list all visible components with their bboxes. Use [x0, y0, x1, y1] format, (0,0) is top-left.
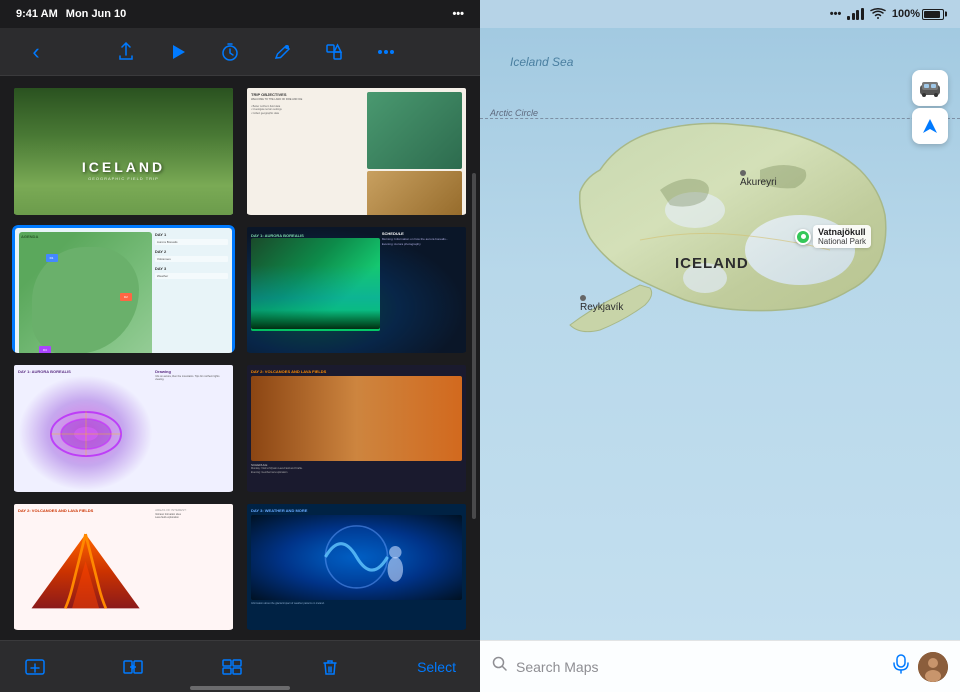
scrollbar[interactable]	[472, 173, 476, 519]
keynote-bottom-bar: Select	[0, 640, 480, 692]
vatnajokull-label: Vatnajökull	[818, 227, 866, 237]
draw-button[interactable]	[266, 36, 298, 68]
keynote-app: 9:41 AM Mon Jun 10 ••• ‹	[0, 0, 480, 692]
slides-container: ICELAND GEOGRAPHIC FIELD TRIP 1 TRIP OBJ…	[0, 76, 480, 640]
slide-item-3[interactable]: AGENDA D1 D2 D3 DAY 1 Aurora Borealis DA…	[12, 225, 235, 354]
maps-app: Arctic Circle Iceland Sea ICELAND Akurey…	[480, 0, 960, 692]
national-park-label: National Park	[818, 237, 866, 246]
user-avatar[interactable]	[918, 652, 948, 682]
slide-2-title: TRIP OBJECTIVES	[251, 92, 365, 97]
timer-button[interactable]	[214, 36, 246, 68]
microphone-button[interactable]	[892, 654, 910, 679]
maps-status-bar: ••• 100%	[480, 0, 960, 28]
arctic-circle-label: Arctic Circle	[490, 108, 538, 118]
select-button[interactable]: Select	[409, 655, 464, 679]
add-slide-button[interactable]	[16, 652, 54, 682]
share-button[interactable]	[110, 36, 142, 68]
more-button[interactable]	[370, 36, 402, 68]
navigate-button[interactable]	[912, 108, 948, 144]
drive-mode-button[interactable]	[912, 70, 948, 106]
vatnajokull-pin[interactable]: Vatnajökull National Park	[795, 225, 871, 248]
keynote-status-bar: 9:41 AM Mon Jun 10 •••	[0, 0, 480, 28]
reykjavik-label: Reykjavík	[580, 295, 623, 313]
search-input[interactable]: Search Maps	[516, 659, 884, 675]
arctic-circle-line	[480, 118, 960, 119]
shapes-button[interactable]	[318, 36, 350, 68]
play-button[interactable]	[162, 36, 194, 68]
keynote-toolbar: ‹	[0, 28, 480, 76]
slide-item-6[interactable]: DAY 2: VOLCANOES AND LAVA FIELDS SCHEDUL…	[245, 363, 468, 492]
maps-search-bar: Search Maps	[480, 640, 960, 692]
transition-button[interactable]	[114, 652, 152, 682]
signal-indicator	[847, 8, 864, 20]
maps-controls	[912, 70, 948, 144]
slide-item-5[interactable]: DAY 1: AURORA BOREALIS Dr	[12, 363, 235, 492]
group-button[interactable]	[213, 652, 251, 682]
keynote-dots: •••	[452, 8, 464, 20]
map-background: Arctic Circle Iceland Sea ICELAND Akurey…	[480, 0, 960, 692]
slide-item-2[interactable]: TRIP OBJECTIVES WELCOME TO THE LAND OF F…	[245, 86, 468, 215]
battery-indicator: 100%	[892, 8, 944, 20]
slide-item-7[interactable]: DAY 2: VOLCANOES AND LAVA FIELDS	[12, 502, 235, 631]
maps-dots: •••	[830, 8, 842, 20]
slide-item-4[interactable]: DAY 1: AURORA BOREALIS SCHEDULE Morning:…	[245, 225, 468, 354]
delete-slide-button[interactable]	[311, 652, 349, 682]
akureyri-label: Akureyri	[740, 170, 777, 188]
keynote-date: Mon Jun 10	[66, 8, 127, 20]
slide-item-1[interactable]: ICELAND GEOGRAPHIC FIELD TRIP 1	[12, 86, 235, 215]
home-indicator	[190, 686, 290, 690]
keynote-time: 9:41 AM	[16, 8, 58, 20]
slide-item-8[interactable]: DAY 3: WEATHER AND MORE Information abou…	[245, 502, 468, 631]
back-button[interactable]: ‹	[20, 36, 52, 68]
search-icon	[492, 656, 508, 677]
wifi-icon	[870, 8, 886, 20]
